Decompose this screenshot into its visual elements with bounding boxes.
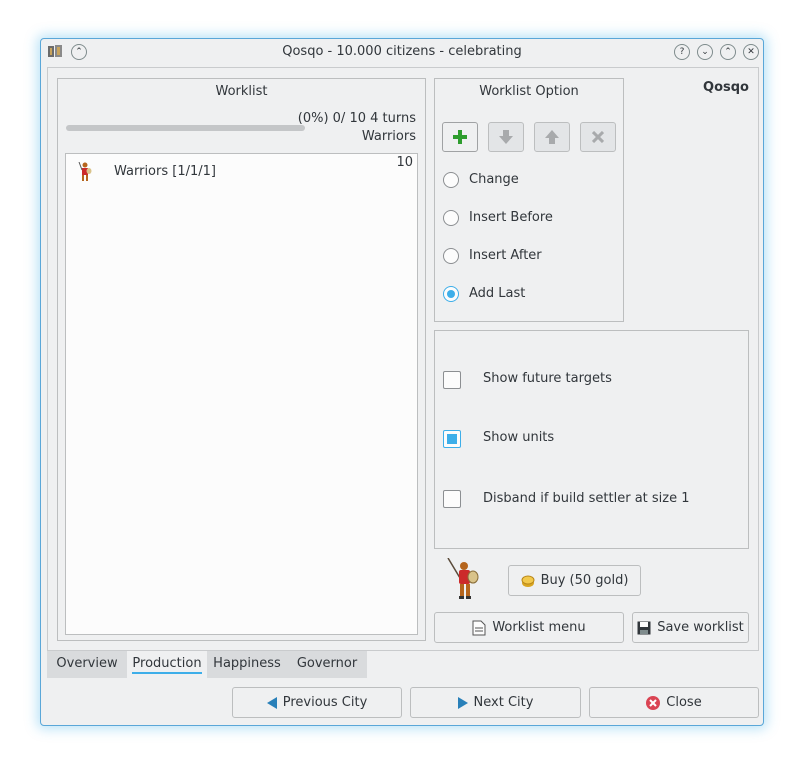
previous-city-label: Previous City: [282, 695, 368, 710]
move-down-icon: [499, 130, 513, 144]
add-icon: [453, 130, 467, 144]
tab-governor[interactable]: Governor: [287, 651, 367, 678]
disband-settler-label[interactable]: Disband if build settler at size 1: [483, 491, 690, 506]
tab-happiness[interactable]: Happiness: [207, 651, 287, 678]
change-radio-label[interactable]: Change: [469, 172, 519, 187]
warriors-unit-icon: [78, 162, 92, 181]
tab-overview[interactable]: Overview: [47, 651, 127, 678]
buy-button[interactable]: Buy (50 gold): [508, 565, 641, 596]
change-radio[interactable]: [443, 172, 459, 188]
worklist-list[interactable]: Warriors [1/1/1] 10: [65, 153, 418, 635]
save-worklist-button[interactable]: Save worklist: [632, 612, 749, 643]
worklist-option-header: Worklist Option: [479, 84, 579, 99]
production-tab-panel: Worklist (0%) 0/ 10 4 turns Warriors War…: [47, 67, 759, 651]
city-name-label: Qosqo: [703, 80, 749, 95]
document-icon: [472, 620, 486, 635]
production-progress-text: (0%) 0/ 10 4 turns: [297, 111, 416, 126]
gold-coins-icon: [521, 575, 535, 587]
show-future-targets-label[interactable]: Show future targets: [483, 371, 612, 386]
window-title: Qosqo - 10.000 citizens - celebrating: [282, 44, 522, 59]
close-button[interactable]: Close: [589, 687, 759, 718]
worklist-menu-label: Worklist menu: [492, 620, 586, 635]
move-down-button[interactable]: [488, 122, 524, 152]
next-city-label: Next City: [473, 695, 534, 710]
close-label: Close: [666, 695, 702, 710]
move-up-button[interactable]: [534, 122, 570, 152]
save-disk-icon: [637, 621, 651, 634]
close-window-button[interactable]: ✕: [743, 44, 759, 60]
worklist-group: Worklist (0%) 0/ 10 4 turns Warriors War…: [57, 78, 426, 641]
title-bar: ⌃ Qosqo - 10.000 citizens - celebrating …: [41, 39, 763, 65]
list-item[interactable]: Warriors [1/1/1] 10: [66, 154, 417, 188]
delete-icon: [592, 131, 604, 143]
worklist-item-cost: 10: [396, 155, 413, 170]
add-last-radio[interactable]: [443, 286, 459, 302]
insert-before-radio-label[interactable]: Insert Before: [469, 210, 553, 225]
show-units-checkbox[interactable]: [443, 430, 461, 448]
arrow-right-icon: [457, 696, 468, 709]
previous-city-button[interactable]: Previous City: [232, 687, 402, 718]
next-city-button[interactable]: Next City: [410, 687, 581, 718]
worklist-option-group: Worklist Option Change Insert Before Ins…: [434, 78, 624, 322]
warriors-unit-image: [447, 558, 479, 599]
city-dialog-window: ⌃ Qosqo - 10.000 citizens - celebrating …: [40, 38, 764, 726]
worklist-menu-button[interactable]: Worklist menu: [434, 612, 624, 643]
options-group: Show future targets Show units Disband i…: [434, 330, 749, 549]
production-progress-bar: [66, 125, 305, 131]
current-production-label: Warriors: [361, 129, 416, 144]
show-future-targets-checkbox[interactable]: [443, 371, 461, 389]
insert-after-radio-label[interactable]: Insert After: [469, 248, 542, 263]
save-worklist-label: Save worklist: [657, 620, 744, 635]
disband-settler-checkbox[interactable]: [443, 490, 461, 508]
worklist-item-label: Warriors [1/1/1]: [114, 164, 216, 179]
show-units-label[interactable]: Show units: [483, 430, 554, 445]
insert-before-radio[interactable]: [443, 210, 459, 226]
arrow-left-icon: [266, 696, 277, 709]
buy-button-label: Buy (50 gold): [540, 573, 629, 588]
insert-after-radio[interactable]: [443, 248, 459, 264]
delete-button[interactable]: [580, 122, 616, 152]
tab-production[interactable]: Production: [127, 651, 207, 678]
close-circle-icon: [646, 695, 661, 710]
add-button[interactable]: [442, 122, 478, 152]
add-last-radio-label[interactable]: Add Last: [469, 286, 525, 301]
minimize-button[interactable]: ⌄: [697, 44, 713, 60]
worklist-header: Worklist: [215, 84, 268, 99]
maximize-button[interactable]: ⌃: [720, 44, 736, 60]
move-up-icon: [545, 130, 559, 144]
help-button[interactable]: ?: [674, 44, 690, 60]
